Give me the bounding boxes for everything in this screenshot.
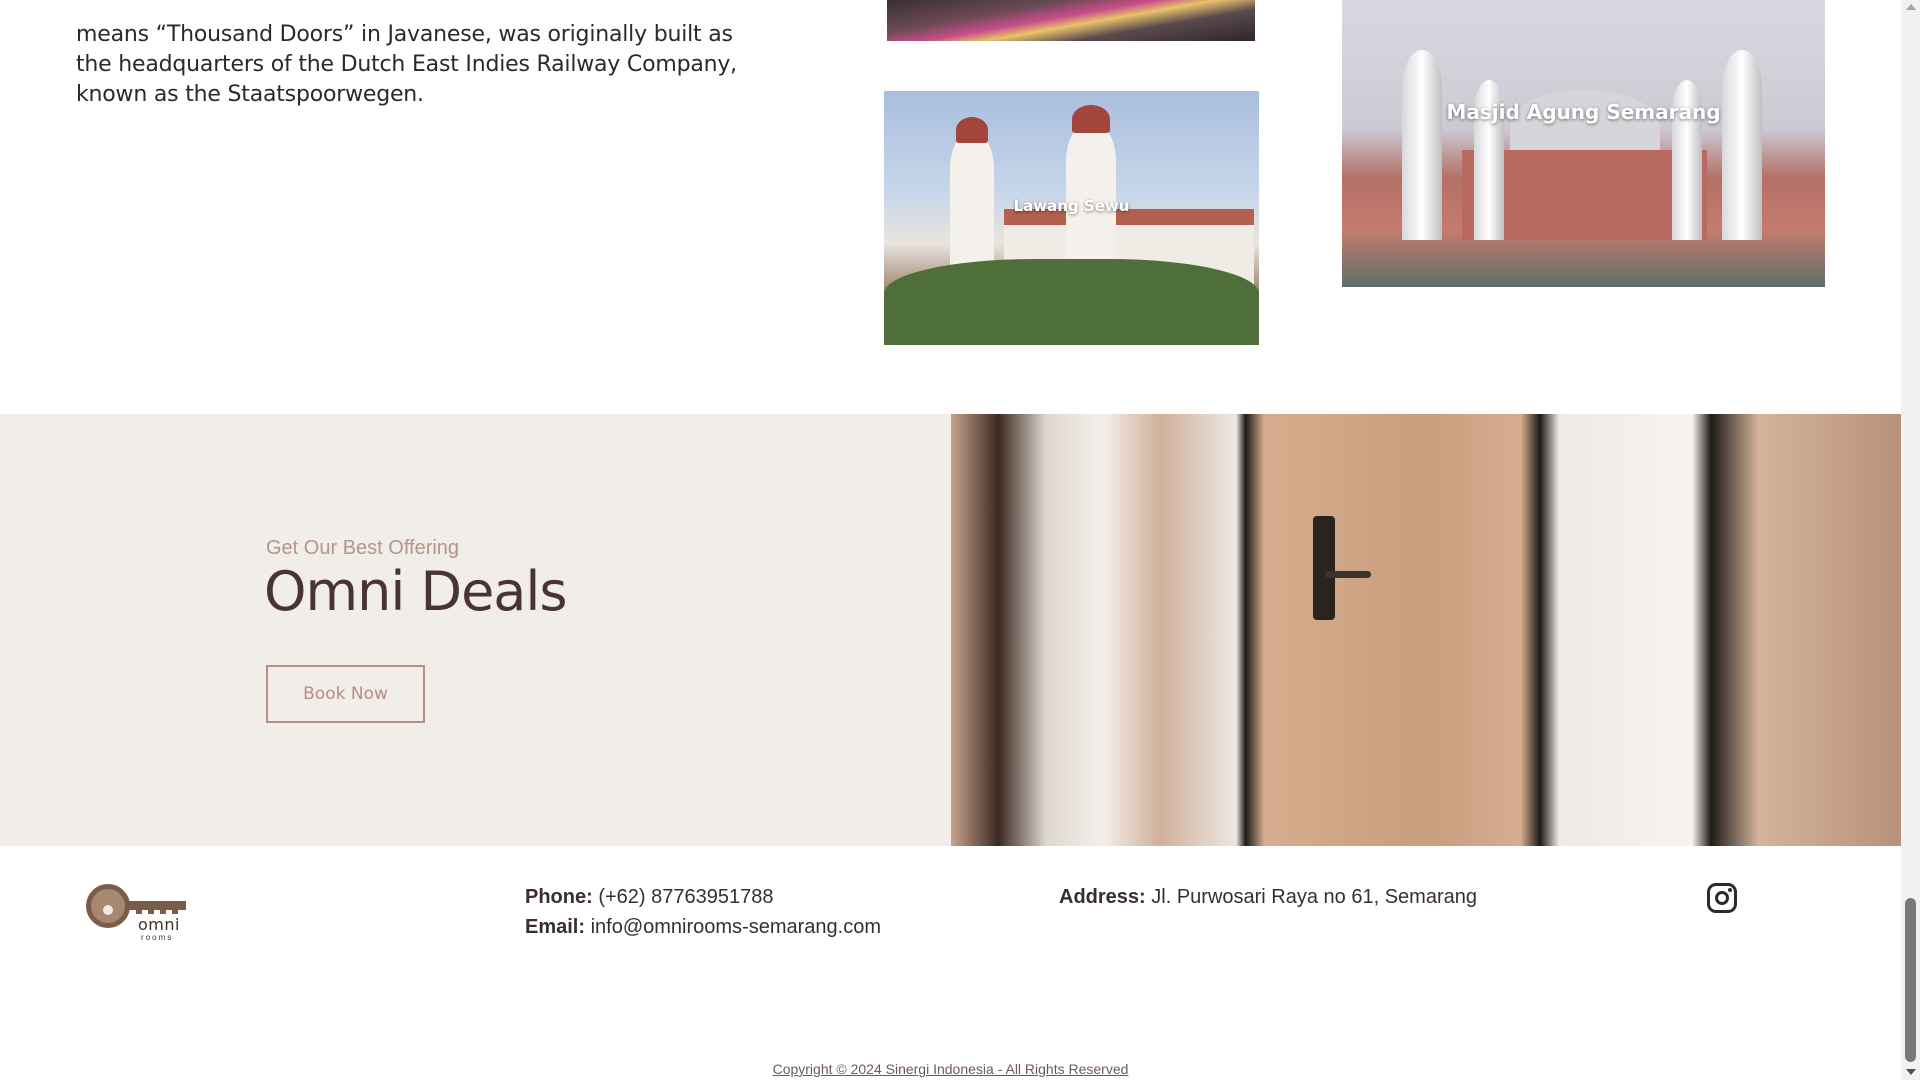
intro-paragraph: means “Thousand Doors” in Javanese, was … <box>76 22 737 107</box>
email-label: Email: <box>525 916 586 938</box>
deals-title: Omni Deals <box>264 560 568 623</box>
minaret <box>1402 50 1442 240</box>
minaret <box>1722 50 1762 240</box>
phone-value[interactable]: (+62) 87763951788 <box>598 886 773 908</box>
contact-info: Phone: (+62) 87763951788 Email: info@omn… <box>525 882 881 942</box>
phone-line: Phone: (+62) 87763951788 <box>525 882 881 912</box>
scrollbar-thumb[interactable] <box>1905 898 1916 1062</box>
door-handle <box>1313 516 1335 620</box>
logo-subtext: rooms <box>141 933 174 942</box>
address-label: Address: <box>1059 886 1146 908</box>
door-lever <box>1325 571 1371 578</box>
book-now-button[interactable]: Book Now <box>266 665 425 723</box>
omni-rooms-logo[interactable]: omni rooms <box>86 882 190 942</box>
address-info: Address: Jl. Purwosari Raya no 61, Semar… <box>1059 882 1477 912</box>
email-value[interactable]: info@omnirooms-semarang.com <box>591 916 881 938</box>
phone-label: Phone: <box>525 886 593 908</box>
key-icon <box>86 884 130 928</box>
key-teeth <box>136 906 184 914</box>
copyright-link[interactable]: Copyright © 2024 Sinergi Indonesia - All… <box>0 1061 1901 1077</box>
tower-dome <box>1072 105 1110 133</box>
deals-panel <box>0 414 951 846</box>
vertical-scrollbar[interactable] <box>1901 0 1920 1080</box>
deals-subtitle: Get Our Best Offering <box>266 537 460 559</box>
lawang-sewu-caption: Lawang Sewu <box>1013 197 1130 215</box>
page: means “Thousand Doors” in Javanese, was … <box>0 0 1901 1080</box>
scroll-up-icon[interactable] <box>1906 4 1916 10</box>
address-value: Jl. Purwosari Raya no 61, Semarang <box>1151 886 1477 908</box>
masjid-caption: Masjid Agung Semarang <box>1446 100 1721 124</box>
gallery-image-masjid-agung[interactable]: Masjid Agung Semarang <box>1342 0 1825 287</box>
gallery-image-lawang-sewu[interactable]: Lawang Sewu <box>884 91 1259 345</box>
logo-wordmark: omni <box>138 915 180 934</box>
trees <box>884 259 1259 345</box>
gallery-image-road[interactable] <box>887 0 1255 41</box>
email-line: Email: info@omnirooms-semarang.com <box>525 912 881 942</box>
deals-door-image <box>951 414 1901 846</box>
scroll-down-icon[interactable] <box>1906 1069 1916 1075</box>
tower-dome <box>956 117 988 143</box>
instagram-icon[interactable] <box>1707 883 1737 913</box>
